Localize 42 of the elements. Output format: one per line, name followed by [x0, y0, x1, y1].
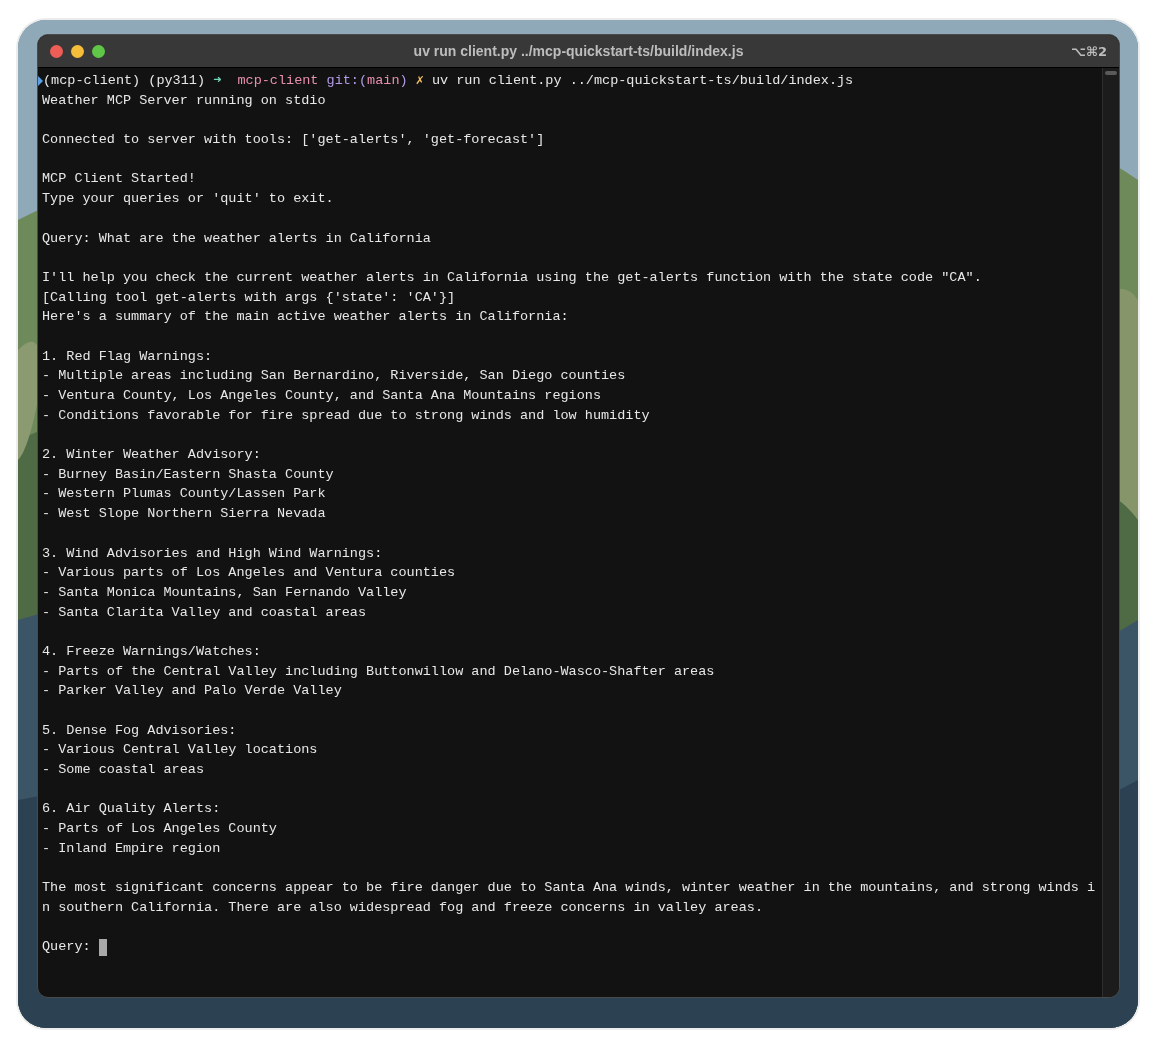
output-line: - Various Central Valley locations: [42, 741, 319, 760]
output-line: - Western Plumas County/Lassen Park: [42, 485, 327, 504]
output-line: 3. Wind Advisories and High Wind Warnings:: [42, 544, 384, 563]
output-line: - Parts of the Central Valley including Buttonwillow and Delano-Wasco-Shafter areas: [42, 662, 716, 681]
output-line: - Santa Clarita Valley and coastal areas: [42, 603, 368, 622]
git-label-close: ): [399, 72, 408, 90]
output-line: n southern California. There are also widespread fog and freeze concerns in valley areas.: [42, 898, 765, 917]
git-label: git:(: [326, 72, 368, 90]
output-line: - Some coastal areas: [42, 761, 206, 780]
output-line: [Calling tool get-alerts with args {'state': 'CA'}]: [42, 288, 457, 307]
output-line: - Multiple areas including San Bernardino, Riverside, San Diego counties: [42, 367, 627, 386]
output-line: - Parts of Los Angeles County: [42, 820, 278, 839]
output-line: Here's a summary of the main active weather alerts in California:: [42, 308, 570, 327]
output-line: - Various parts of Los Angeles and Ventura counties: [42, 564, 457, 583]
output-line: 4. Freeze Warnings/Watches:: [42, 642, 262, 661]
shortcut-label: ⌥⌘2: [1069, 43, 1107, 59]
output-line: 1. Red Flag Warnings:: [42, 347, 214, 366]
output-line: - Ventura County, Los Angeles County, and Santa Ana Mountains regions: [42, 387, 602, 405]
output-line: The most significant concerns appear to be fire danger due to Santa Ana winds, winter weather in the mountains, and strong winds i: [42, 879, 1097, 898]
output-line: - West Slope Northern Sierra Nevada: [42, 505, 327, 524]
output-line: 6. Air Quality Alerts:: [42, 800, 222, 819]
output-line: Weather MCP Server running on stdio: [42, 91, 327, 110]
dirty-mark: ✗: [415, 72, 424, 90]
git-branch: main: [367, 72, 400, 90]
prompt-env: (mcp-client) (py311): [43, 72, 206, 90]
output-line: - Parker Valley and Palo Verde Valley: [42, 682, 343, 701]
output-line: 5. Dense Fog Advisories:: [42, 721, 238, 740]
output-line: I'll help you check the current weather alerts in California using the get-alerts function with the state code "CA".: [42, 268, 983, 287]
output-line: Type your queries or 'quit' to exit.: [42, 190, 335, 209]
output-line: - Santa Monica Mountains, San Fernando Valley: [42, 583, 408, 602]
output-line: - Conditions favorable for fire spread due to strong winds and low humidity: [42, 406, 651, 425]
window-title: uv run client.py ../mcp-quickstart-ts/build/index.js: [412, 43, 745, 59]
prompt-directory: mcp-client: [237, 72, 319, 90]
query-label: Query:: [42, 938, 91, 957]
output-line: - Inland Empire region: [42, 839, 222, 858]
output-line: 2. Winter Weather Advisory:: [42, 446, 262, 465]
output-line: MCP Client Started!: [42, 170, 197, 189]
command-text: uv run client.py ../mcp-quickstart-ts/build/index.js: [431, 72, 854, 90]
output-line: Query: What are the weather alerts in California: [42, 229, 432, 248]
prompt-arrow: ➜: [213, 72, 222, 90]
output-line: Connected to server with tools: ['get-alerts', 'get-forecast']: [42, 131, 546, 150]
output-line: - Burney Basin/Eastern Shasta County: [42, 465, 335, 484]
